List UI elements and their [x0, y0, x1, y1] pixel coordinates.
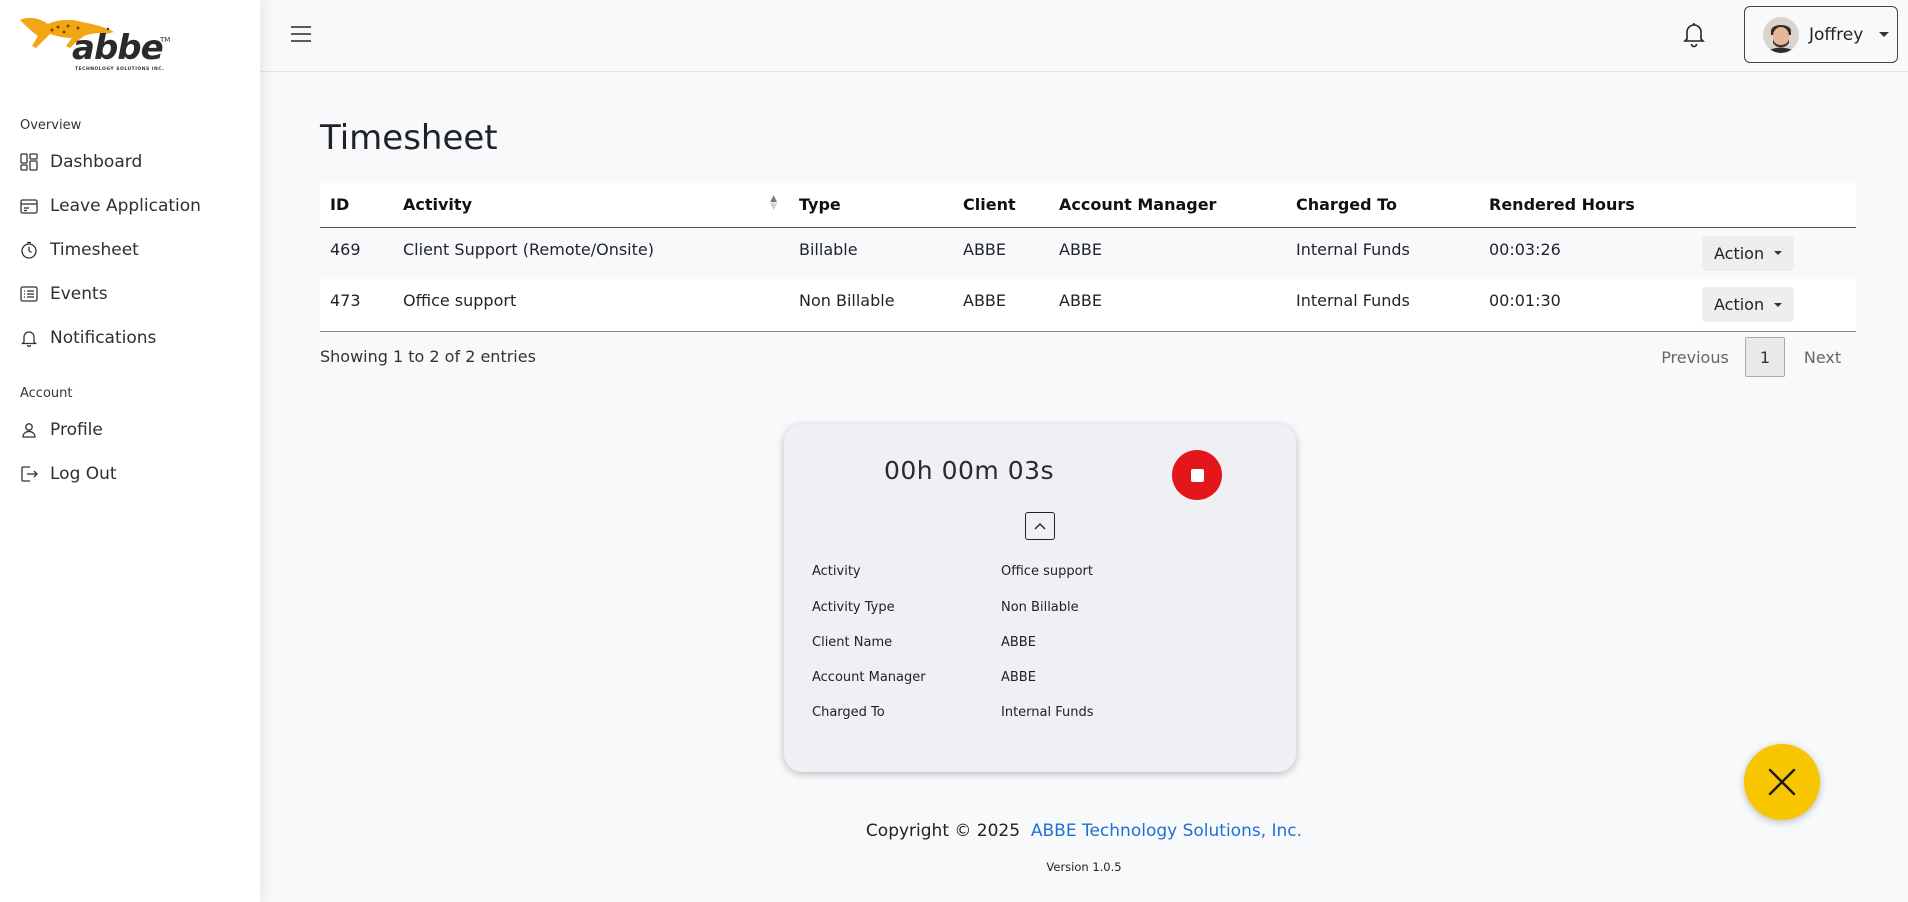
- dashboard-icon: [20, 153, 38, 171]
- cell-charged-to: Internal Funds: [1296, 239, 1410, 259]
- sidebar-item-label: Events: [50, 284, 108, 304]
- sidebar-item-events[interactable]: Events: [20, 279, 108, 309]
- notification-bell-icon[interactable]: [1682, 20, 1706, 48]
- avatar: [1763, 16, 1799, 53]
- detail-label: Client Name: [812, 635, 893, 650]
- sidebar-item-timesheet[interactable]: Timesheet: [20, 235, 139, 265]
- copyright-text: Copyright © 2025: [865, 821, 1021, 841]
- chevron-down-icon: [1879, 32, 1890, 37]
- cell-action: Action: [1692, 279, 1856, 331]
- logout-icon: [20, 465, 38, 483]
- detail-value: ABBE: [1001, 635, 1036, 650]
- page-title: Timesheet: [320, 118, 498, 158]
- action-dropdown-button[interactable]: Action: [1702, 287, 1795, 322]
- footer-copyright: Copyright © 2025 ABBE Technology Solutio…: [260, 821, 1908, 841]
- table-row: 469 Client Support (Remote/Onsite) Billa…: [320, 227, 1856, 279]
- column-header-rendered-hours[interactable]: Rendered Hours: [1479, 183, 1692, 227]
- column-header-id[interactable]: ID: [320, 183, 393, 227]
- table-row: 473 Office support Non Billable ABBE ABB…: [320, 279, 1856, 331]
- abbe-logo[interactable]: abbe TM TECHNOLOGY SOLUTIONS INC.: [18, 14, 173, 78]
- sidebar-item-dashboard[interactable]: Dashboard: [20, 147, 142, 177]
- action-label: Action: [1714, 295, 1765, 314]
- sidebar-item-label: Log Out: [50, 464, 117, 484]
- column-header-activity[interactable]: Activity ▲ ▼: [393, 183, 789, 227]
- cell-id: 469: [330, 239, 361, 259]
- cell-rendered-hours: 00:01:30: [1489, 291, 1561, 310]
- sidebar-item-label: Timesheet: [50, 240, 139, 260]
- detail-value: Office support: [1001, 564, 1093, 579]
- cell-charged-to: Internal Funds: [1296, 291, 1410, 310]
- menu-toggle-icon[interactable]: [290, 24, 312, 44]
- table-info-text: Showing 1 to 2 of 2 entries: [320, 347, 536, 366]
- pagination-previous[interactable]: Previous: [1645, 337, 1745, 377]
- detail-value: Internal Funds: [1001, 705, 1094, 720]
- user-name: Joffrey: [1809, 24, 1864, 45]
- brand-wordmark: abbe: [72, 28, 164, 68]
- detail-label: Charged To: [812, 705, 885, 720]
- column-header-type[interactable]: Type: [789, 183, 953, 227]
- sidebar-item-label: Profile: [50, 420, 103, 440]
- cell-activity: Client Support (Remote/Onsite): [403, 239, 654, 259]
- sidebar-item-label: Dashboard: [50, 152, 143, 172]
- user-icon: [20, 421, 38, 439]
- sidebar-item-log-out[interactable]: Log Out: [20, 459, 117, 489]
- cell-client: ABBE: [963, 291, 1007, 310]
- cell-action: Action: [1692, 227, 1856, 279]
- cell-type: Billable: [799, 239, 858, 259]
- sidebar-item-profile[interactable]: Profile: [20, 415, 103, 445]
- timer-elapsed: 00h 00m 03s: [884, 456, 1055, 485]
- brand-tagline: TECHNOLOGY SOLUTIONS INC.: [75, 67, 165, 72]
- cell-client: ABBE: [963, 239, 1007, 259]
- close-timer-fab[interactable]: [1744, 744, 1820, 820]
- column-header-action: [1692, 183, 1856, 227]
- user-menu-button[interactable]: Joffrey: [1744, 6, 1898, 63]
- app-version: Version 1.0.5: [1046, 860, 1122, 874]
- detail-label: Activity Type: [812, 600, 895, 615]
- sidebar-item-label: Leave Application: [50, 196, 201, 216]
- cell-account-manager: ABBE: [1059, 239, 1103, 259]
- detail-label: Account Manager: [812, 670, 926, 685]
- calendar-card-icon: [20, 197, 38, 215]
- cell-rendered-hours: 00:03:26: [1489, 239, 1561, 259]
- pagination-page-current[interactable]: 1: [1745, 337, 1785, 377]
- chevron-up-icon: [1034, 523, 1046, 530]
- stop-timer-button[interactable]: [1172, 450, 1222, 500]
- section-label-overview: Overview: [20, 118, 82, 133]
- bell-icon: [20, 329, 38, 347]
- company-link[interactable]: ABBE Technology Solutions, Inc.: [1031, 821, 1302, 841]
- cell-id: 473: [330, 291, 361, 310]
- sidebar-item-leave-application[interactable]: Leave Application: [20, 191, 201, 221]
- list-card-icon: [20, 285, 38, 303]
- sidebar-item-notifications[interactable]: Notifications: [20, 323, 156, 353]
- sidebar: abbe TM TECHNOLOGY SOLUTIONS INC. Overvi…: [0, 0, 260, 902]
- table-header-row: ID Activity ▲ ▼ Type Client Account Manage…: [320, 183, 1856, 227]
- close-icon: [1768, 768, 1796, 796]
- cell-type: Non Billable: [799, 291, 895, 310]
- stopwatch-icon: [20, 241, 38, 259]
- collapse-toggle-button[interactable]: [1025, 512, 1055, 540]
- pagination-next[interactable]: Next: [1785, 337, 1860, 377]
- stop-icon: [1190, 468, 1204, 482]
- top-bar: Joffrey: [260, 0, 1908, 72]
- timesheet-table: ID Activity ▲ ▼ Type Client Account Manage…: [320, 183, 1856, 332]
- chevron-down-icon: [1774, 251, 1783, 255]
- pagination: Previous 1 Next: [1645, 337, 1860, 377]
- sidebar-item-label: Notifications: [50, 328, 157, 348]
- action-dropdown-button[interactable]: Action: [1702, 235, 1795, 271]
- cell-account-manager: ABBE: [1059, 291, 1103, 310]
- detail-value: Non Billable: [1001, 600, 1079, 615]
- sort-ascending-icon: ▲ ▼: [770, 194, 777, 212]
- chevron-down-icon: [1774, 302, 1783, 307]
- active-timer-card: 00h 00m 03s Activity Office support Acti…: [784, 424, 1296, 772]
- column-header-label: Activity: [403, 195, 472, 215]
- section-label-account: Account: [20, 386, 73, 401]
- detail-value: ABBE: [1001, 670, 1036, 685]
- action-label: Action: [1714, 243, 1765, 263]
- column-header-client[interactable]: Client: [953, 183, 1049, 227]
- cell-activity: Office support: [403, 291, 517, 310]
- trademark-mark: TM: [160, 36, 171, 44]
- detail-label: Activity: [812, 564, 861, 579]
- column-header-account-manager[interactable]: Account Manager: [1049, 183, 1286, 227]
- column-header-charged-to[interactable]: Charged To: [1286, 183, 1479, 227]
